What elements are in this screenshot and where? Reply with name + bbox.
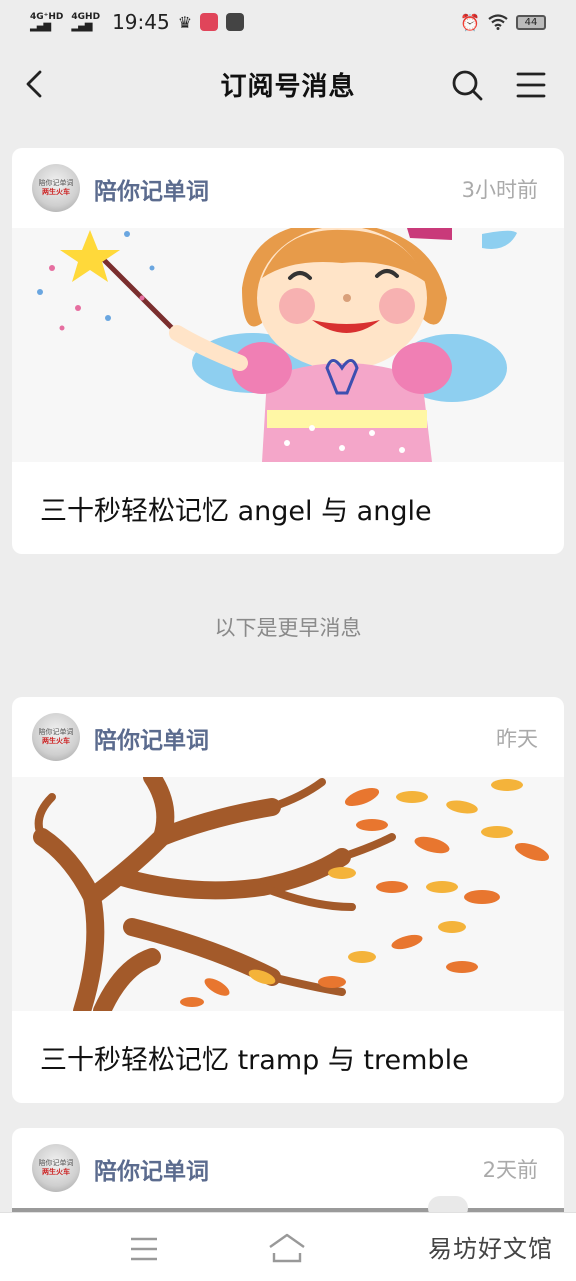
article-cover-image[interactable]	[12, 777, 564, 1011]
battery-icon: 44	[516, 14, 546, 30]
avatar-text: 陪你记单词	[38, 1159, 74, 1167]
search-icon[interactable]	[448, 66, 486, 104]
article-cover-image[interactable]	[12, 228, 564, 462]
card-header: 陪你记单词 两生火车 陪你记单词 2天前	[12, 1128, 564, 1208]
message-time: 2天前	[482, 1158, 538, 1182]
article-title[interactable]: 三十秒轻松记忆 angel 与 angle	[12, 462, 564, 554]
message-card[interactable]: 陪你记单词 两生火车 陪你记单词 昨天 三十秒轻松记忆 tramp 与 trem…	[12, 697, 564, 1103]
home-icon[interactable]	[266, 1231, 308, 1265]
account-name[interactable]: 陪你记单词	[94, 1152, 209, 1186]
network-indicator-1: 4G⁺HD ▂▄▆	[30, 13, 63, 32]
status-time: 19:45	[112, 10, 170, 34]
card-header: 陪你记单词 两生火车 陪你记单词 昨天	[12, 697, 564, 777]
app-notification-icon	[200, 13, 219, 31]
page-title: 订阅号消息	[220, 71, 356, 102]
wifi-icon	[488, 14, 508, 30]
earlier-messages-divider: 以下是更早消息	[214, 616, 362, 640]
message-time: 昨天	[496, 727, 538, 751]
app-notification-icon	[226, 13, 245, 31]
card-header: 陪你记单词 两生火车 陪你记单词 3小时前	[12, 148, 564, 228]
signal-bars-icon: ▂▄▆	[71, 21, 92, 32]
status-left: 4G⁺HD ▂▄▆ 4GHD ▂▄▆ 19:45 ♛	[30, 10, 245, 34]
alarm-icon: ⏰	[460, 12, 480, 32]
message-time: 3小时前	[461, 178, 538, 202]
battery-level: 44	[524, 16, 538, 28]
avatar[interactable]: 陪你记单词 两生火车	[32, 713, 80, 761]
watermark-text: 易坊好文馆	[428, 1235, 553, 1263]
status-bar: 4G⁺HD ▂▄▆ 4GHD ▂▄▆ 19:45 ♛ ⏰ 44	[0, 0, 576, 44]
menu-icon[interactable]	[512, 66, 550, 104]
avatar-text: 两生火车	[42, 1168, 70, 1176]
account-name[interactable]: 陪你记单词	[94, 172, 209, 206]
message-card[interactable]: 陪你记单词 两生火车 陪你记单词 3小时前 三十秒轻松记忆 angel 与 an…	[12, 148, 564, 554]
back-icon[interactable]	[18, 66, 54, 102]
crown-icon: ♛	[177, 12, 193, 32]
avatar-text: 陪你记单词	[38, 728, 74, 736]
signal-bars-icon: ▂▄▆	[30, 21, 51, 32]
avatar-text: 两生火车	[42, 737, 70, 745]
avatar[interactable]: 陪你记单词 两生火车	[32, 1144, 80, 1192]
avatar[interactable]: 陪你记单词 两生火车	[32, 164, 80, 212]
navigation-bar: 订阅号消息	[0, 44, 576, 124]
avatar-text: 两生火车	[42, 188, 70, 196]
recent-apps-icon[interactable]	[128, 1235, 160, 1263]
article-title[interactable]: 三十秒轻松记忆 tramp 与 tremble	[12, 1011, 564, 1103]
system-navigation-bar: 易坊好文馆	[0, 1212, 576, 1281]
account-name[interactable]: 陪你记单词	[94, 721, 209, 755]
avatar-text: 陪你记单词	[38, 179, 74, 187]
status-right: ⏰ 44	[460, 13, 546, 32]
network-indicator-2: 4GHD ▂▄▆	[71, 13, 100, 32]
